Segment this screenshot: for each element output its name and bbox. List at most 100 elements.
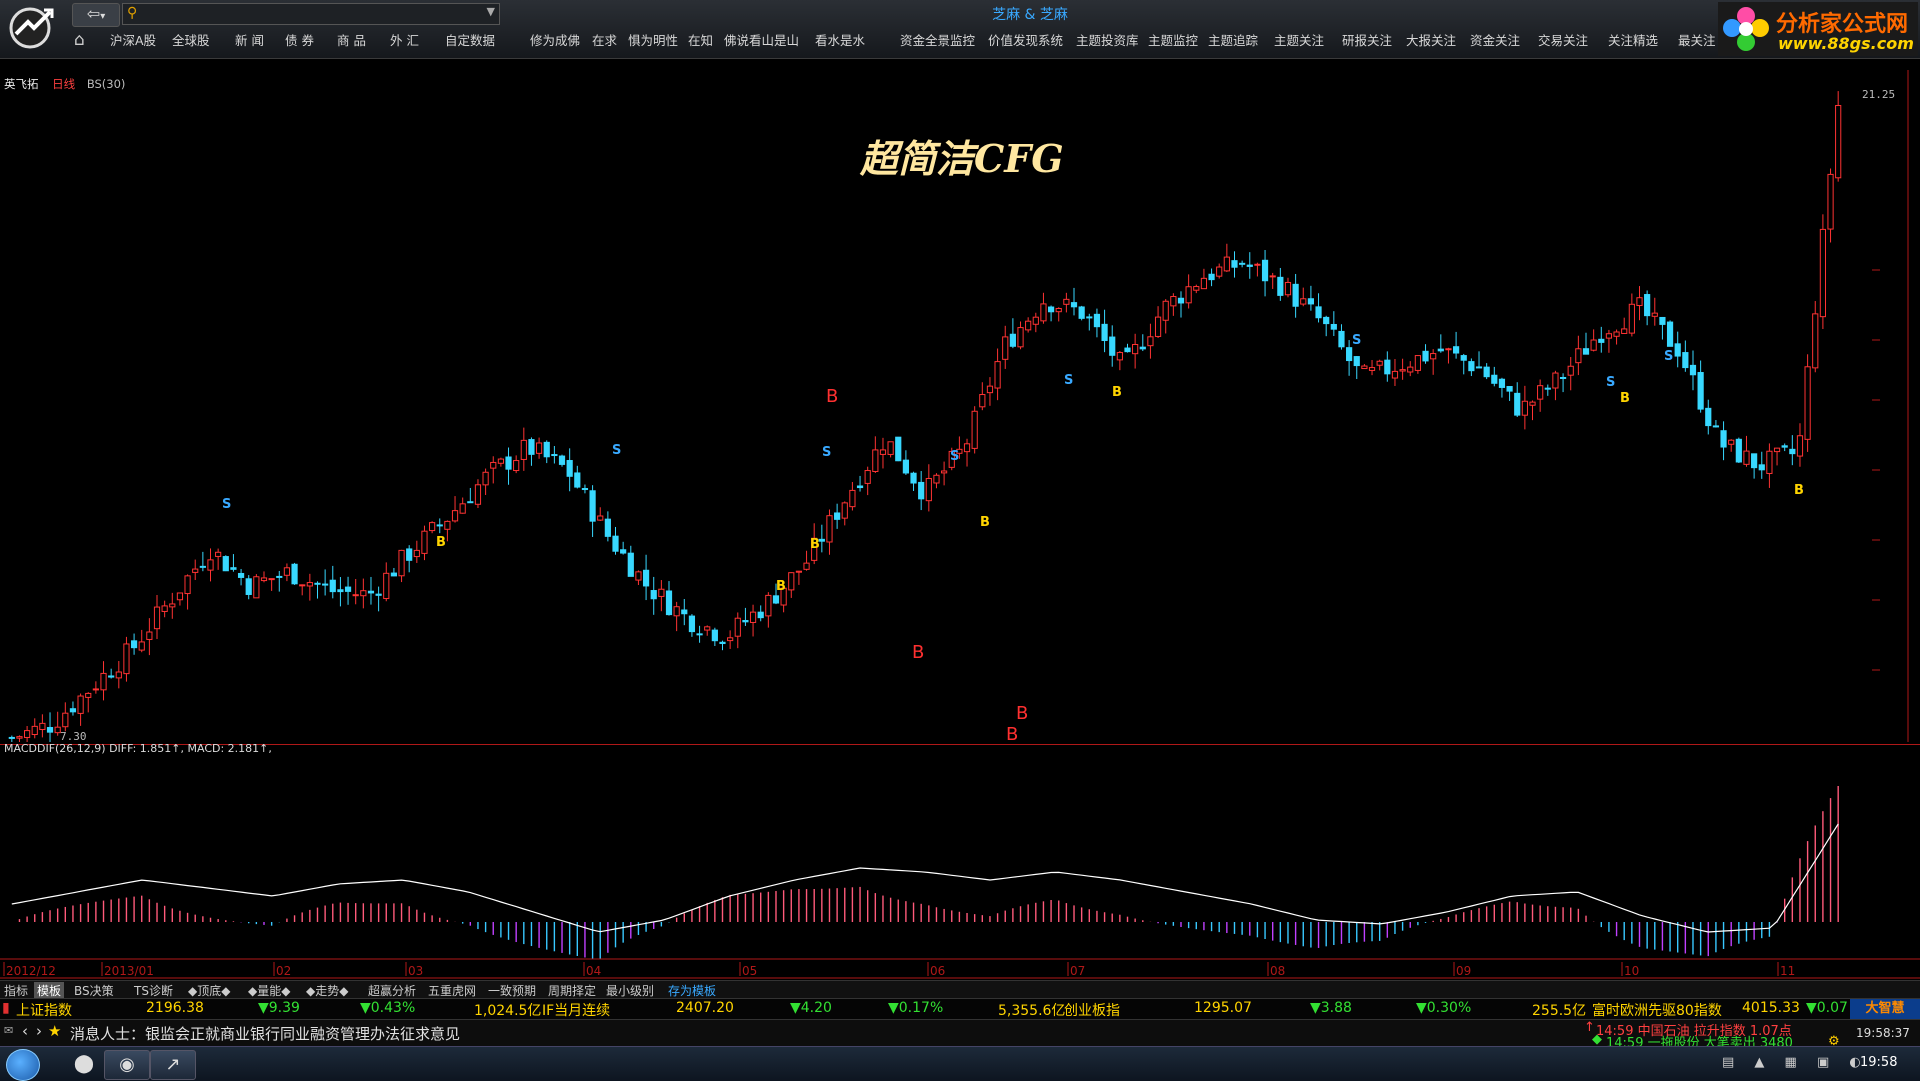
candle bbox=[856, 475, 864, 492]
candle bbox=[1300, 287, 1307, 307]
bs-signal-label: S bbox=[612, 443, 621, 458]
news-headline[interactable]: 消息人士：银监会正就商业银行同业融资管理办法征求意见 bbox=[70, 1023, 460, 1044]
candle bbox=[39, 714, 46, 738]
indicator-tab[interactable]: TS诊断 bbox=[134, 982, 173, 999]
candle bbox=[1239, 260, 1246, 268]
candle bbox=[1682, 340, 1689, 372]
star-icon[interactable]: ★ bbox=[48, 1022, 61, 1040]
chevron-down-icon[interactable]: ▾ bbox=[100, 11, 105, 22]
menu-item[interactable]: 全球股 bbox=[172, 30, 210, 49]
candle bbox=[1751, 453, 1758, 479]
menu-item[interactable]: 自定数据 bbox=[445, 30, 495, 49]
indicator-tab[interactable]: 周期择定 bbox=[548, 982, 596, 999]
menu-item[interactable]: 研报关注 bbox=[1342, 30, 1392, 49]
indicator-tab[interactable]: ◆量能◆ bbox=[248, 982, 290, 999]
candle bbox=[1017, 321, 1024, 350]
candle bbox=[658, 580, 665, 612]
menu-item[interactable]: 主题追踪 bbox=[1208, 30, 1258, 49]
if-contract-name[interactable]: IF当月连续 bbox=[542, 1000, 610, 1020]
indicator-tab[interactable]: ◆走势◆ bbox=[306, 982, 348, 999]
menu-item[interactable]: 主题投资库 bbox=[1076, 30, 1139, 49]
candle bbox=[1086, 313, 1093, 331]
candle bbox=[711, 627, 718, 647]
axis-label: 04 bbox=[586, 964, 601, 978]
candle bbox=[1109, 325, 1116, 367]
candle bbox=[299, 584, 306, 596]
back-arrow-icon[interactable]: ⇦ bbox=[87, 4, 100, 23]
menu-item[interactable]: 最关注 bbox=[1678, 30, 1716, 49]
candle bbox=[1407, 361, 1414, 377]
candle bbox=[1361, 364, 1368, 370]
dropdown-arrow-icon[interactable]: ▼ bbox=[487, 5, 495, 18]
app-logo-icon[interactable] bbox=[6, 4, 58, 52]
menu-item[interactable]: 看水是水 bbox=[815, 30, 865, 49]
next-news-icon[interactable]: › bbox=[36, 1022, 42, 1040]
menu-item[interactable]: 在知 bbox=[688, 30, 713, 49]
brand-badge[interactable]: 大智慧 bbox=[1850, 999, 1920, 1019]
menu-item[interactable]: 在求 bbox=[592, 30, 617, 49]
brand-url[interactable]: www.88gs.com bbox=[1778, 34, 1914, 53]
menu-item[interactable]: 价值发现系统 bbox=[988, 30, 1063, 49]
indicator-tab[interactable]: BS决策 bbox=[74, 982, 114, 999]
candle bbox=[1323, 315, 1330, 337]
candle bbox=[994, 348, 1001, 401]
candle bbox=[1827, 168, 1834, 243]
sh-index-change: ▼9.39 bbox=[258, 1000, 300, 1016]
indicator-tab[interactable]: ◆顶底◆ bbox=[188, 982, 230, 999]
candle bbox=[268, 578, 275, 591]
candle bbox=[153, 594, 161, 640]
candle bbox=[1529, 400, 1536, 421]
indicator-tabs: 指标 模板 BS决策 TS诊断 ◆顶底◆ ◆量能◆ ◆走势◆ 超赢分析 五重虎网 一致预期 周期择定… bbox=[0, 980, 1920, 999]
candle bbox=[1835, 91, 1842, 182]
other-turnover: 255.5亿 bbox=[1532, 1003, 1587, 1019]
candle bbox=[1193, 284, 1200, 294]
menu-item[interactable]: 资金全景监控 bbox=[900, 30, 975, 49]
bs-signal-label: S bbox=[222, 497, 231, 512]
indicator-tab[interactable]: 超赢分析 bbox=[368, 982, 416, 999]
indicator-tab[interactable]: 最小级别 bbox=[606, 982, 654, 999]
sh-index-name[interactable]: 上证指数 bbox=[16, 1000, 72, 1020]
candle bbox=[1032, 312, 1039, 333]
candle bbox=[245, 575, 252, 600]
macd-chart[interactable] bbox=[0, 744, 1920, 962]
candle bbox=[436, 518, 443, 534]
trading-app-task-icon[interactable]: ↗ bbox=[150, 1050, 196, 1080]
indicator-tab[interactable]: 五重虎网 bbox=[428, 982, 476, 999]
menu-item[interactable]: 资金关注 bbox=[1470, 30, 1520, 49]
os-taskbar: ⬤ ◉ ↗ ▤ ▲ ▦ ▣ ◐ 19:58 bbox=[0, 1046, 1920, 1081]
mail-icon[interactable]: ✉ bbox=[4, 1024, 13, 1037]
menu-item[interactable]: 交易关注 bbox=[1538, 30, 1588, 49]
menu-item[interactable]: 债 券 bbox=[285, 30, 314, 49]
candle bbox=[1491, 366, 1498, 387]
home-icon[interactable]: ⌂ bbox=[74, 30, 94, 50]
indicator-tab[interactable]: 模板 bbox=[34, 982, 65, 999]
indicator-tab[interactable]: 存为模板 bbox=[668, 982, 716, 999]
menu-item[interactable]: 外 汇 bbox=[390, 30, 419, 49]
candle bbox=[1002, 325, 1009, 369]
indicator-tab[interactable]: 指标 bbox=[4, 982, 28, 999]
back-forward-buttons[interactable]: ⇦▾ bbox=[72, 3, 120, 27]
menu-item[interactable]: 修为成佛 bbox=[530, 30, 580, 49]
menu-item[interactable]: 大报关注 bbox=[1406, 30, 1456, 49]
start-button[interactable] bbox=[6, 1049, 40, 1081]
brand-banner: 分析家公式网 www.88gs.com bbox=[1718, 2, 1918, 56]
menu-item[interactable]: 惧为明性 bbox=[628, 30, 678, 49]
cy-index-name[interactable]: 创业板指 bbox=[1064, 1000, 1120, 1020]
system-tray-icons[interactable]: ▤ ▲ ▦ ▣ ◐ bbox=[1722, 1055, 1869, 1070]
menu-item[interactable]: 主题监控 bbox=[1148, 30, 1198, 49]
menu-item[interactable]: 沪深A股 bbox=[110, 30, 156, 49]
prev-news-icon[interactable]: ‹ bbox=[22, 1022, 28, 1040]
menu-item[interactable]: 主题关注 bbox=[1274, 30, 1324, 49]
menu-item[interactable]: 新 闻 bbox=[235, 30, 264, 49]
candle bbox=[803, 550, 810, 571]
indicator-tab[interactable]: 一致预期 bbox=[488, 982, 536, 999]
eu-index-name[interactable]: 富时欧洲先驱80指数 bbox=[1592, 1000, 1722, 1020]
pin-icon[interactable]: ⬤ bbox=[62, 1050, 106, 1078]
browser-task-icon[interactable]: ◉ bbox=[104, 1050, 150, 1080]
candle bbox=[146, 618, 153, 656]
menu-item[interactable]: 佛说看山是山 bbox=[724, 30, 799, 49]
search-input[interactable]: ⚲ ▼ bbox=[122, 3, 500, 25]
candle bbox=[230, 554, 237, 572]
menu-item[interactable]: 关注精选 bbox=[1608, 30, 1658, 49]
menu-item[interactable]: 商 品 bbox=[337, 30, 366, 49]
